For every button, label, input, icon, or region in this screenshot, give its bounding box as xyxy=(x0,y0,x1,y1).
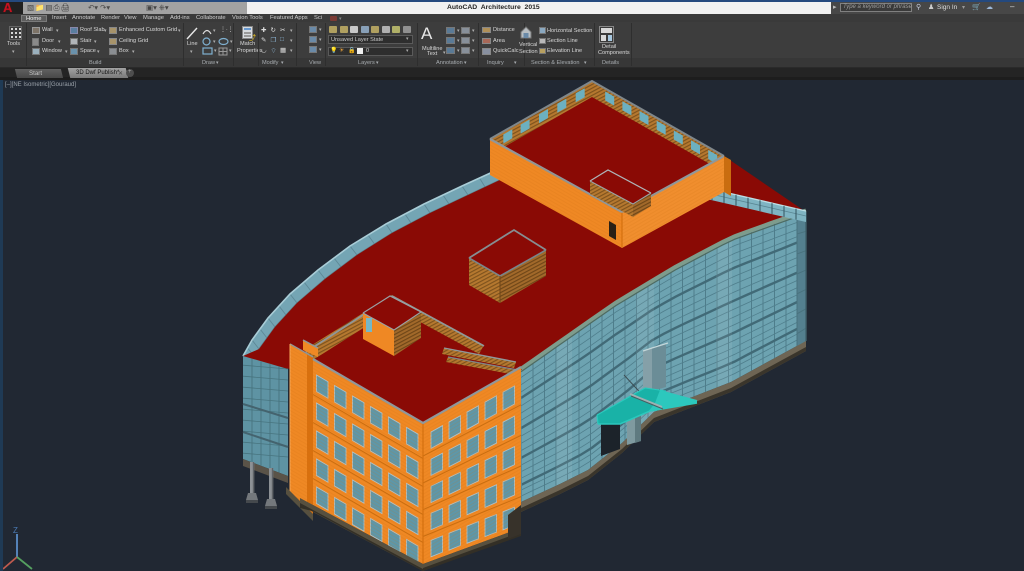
svg-text:Z: Z xyxy=(13,526,18,535)
